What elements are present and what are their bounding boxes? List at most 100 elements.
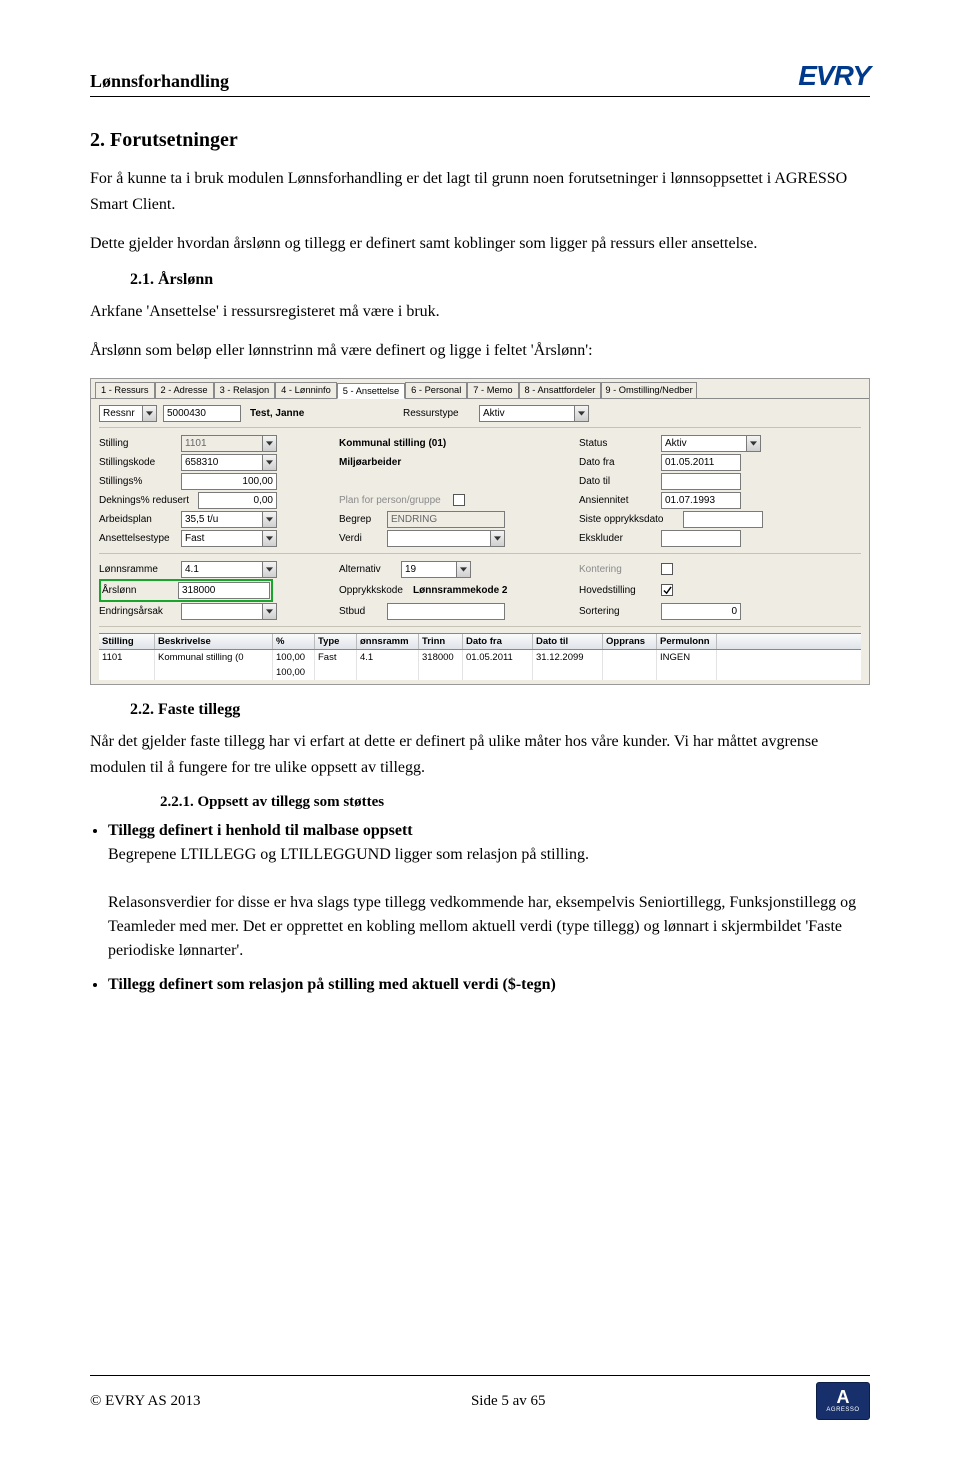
chevron-down-icon [262, 455, 276, 470]
page-header: Lønnsforhandling EVRY [90, 60, 870, 97]
alternativ-combo[interactable]: 19 [401, 561, 471, 578]
td [657, 665, 717, 680]
td [315, 665, 357, 680]
verdi-combo[interactable] [387, 530, 505, 547]
doc-title: Lønnsforhandling [90, 71, 229, 92]
list-item: Tillegg definert i henhold til malbase o… [108, 819, 870, 963]
bullet-title: Tillegg definert i henhold til malbase o… [108, 822, 413, 839]
lbl-plan: Plan for person/gruppe [339, 495, 449, 506]
stillingskode-combo[interactable]: 658310 [181, 454, 277, 471]
td [155, 665, 273, 680]
td: Fast [315, 650, 357, 665]
tab-9[interactable]: 9 - Omstilling/Nedber [601, 382, 696, 398]
th-type: Type [315, 634, 357, 649]
th-beskrivelse: Beskrivelse [155, 634, 273, 649]
table-row[interactable]: 1101 Kommunal stilling (0 100,00 Fast 4.… [99, 650, 861, 665]
para-2b: Dette gjelder hvordan årslønn og tillegg… [90, 231, 870, 257]
stillingspct-input[interactable]: 100,00 [181, 473, 277, 490]
arslonn-highlight: Årslønn 318000 [99, 579, 273, 602]
tab-7[interactable]: 7 - Memo [467, 382, 518, 398]
lbl-stbud: Stbud [339, 606, 383, 617]
tab-2[interactable]: 2 - Adresse [155, 382, 214, 398]
footer-copyright: © EVRY AS 2013 [90, 1393, 200, 1410]
para-22a: Når det gjelder faste tillegg har vi erf… [90, 729, 870, 780]
arbeidsplan-combo[interactable]: 35,5 t/u [181, 511, 277, 528]
arbeidsplan-value: 35,5 t/u [185, 514, 218, 525]
td [463, 665, 533, 680]
sortering-input[interactable]: 0 [661, 603, 741, 620]
lbl-stilling: Stilling [99, 438, 177, 449]
chevron-down-icon [262, 512, 276, 527]
bullet-title: Tillegg definert som relasjon på stillin… [108, 976, 556, 993]
lbl-ansiennitet: Ansiennitet [579, 495, 657, 506]
kommunal-stilling: Kommunal stilling (01) [339, 438, 446, 449]
lbl-stillingspct: Stillings% [99, 476, 177, 487]
lbl-sisteopprykk: Siste opprykksdato [579, 514, 679, 525]
para-21a: Arkfane 'Ansettelse' i ressursregisteret… [90, 299, 870, 325]
chevron-down-icon [456, 562, 470, 577]
lbl-deknings: Deknings% redusert [99, 495, 194, 506]
th-onnsramm: ønnsramm [357, 634, 419, 649]
lbl-arbeidsplan: Arbeidsplan [99, 514, 177, 525]
td [603, 650, 657, 665]
status-combo[interactable]: Aktiv [661, 435, 761, 452]
datofra-input[interactable]: 01.05.2011 [661, 454, 741, 471]
miljoarbeider: Miljøarbeider [339, 457, 401, 468]
endringsarsak-combo[interactable] [181, 603, 277, 620]
tab-5[interactable]: 5 - Ansettelse [337, 383, 405, 399]
chevron-down-icon [142, 406, 156, 421]
stbud-input[interactable] [387, 603, 505, 620]
ansettelsestype-combo[interactable]: Fast [181, 530, 277, 547]
begrep-input[interactable]: ENDRING [387, 511, 505, 528]
arslonn-input[interactable]: 318000 [178, 582, 270, 599]
stillingskode-value: 658310 [185, 457, 218, 468]
th-datotil: Dato til [533, 634, 603, 649]
chevron-down-icon [262, 604, 276, 619]
kontering-checkbox[interactable] [661, 563, 673, 575]
td: 31.12.2099 [533, 650, 603, 665]
table-header: Stilling Beskrivelse % Type ønnsramm Tri… [99, 633, 861, 650]
tab-8[interactable]: 8 - Ansattfordeler [519, 382, 602, 398]
ressurs-name: Test, Janne [247, 405, 397, 422]
ressurstype-combo[interactable]: Aktiv [479, 405, 589, 422]
para-2a: For å kunne ta i bruk modulen Lønnsforha… [90, 166, 870, 217]
tab-6[interactable]: 6 - Personal [405, 382, 467, 398]
datotil-input[interactable] [661, 473, 741, 490]
lbl-datotil: Dato til [579, 476, 657, 487]
td: 318000 [419, 650, 463, 665]
ressurstype-label: Ressurstype [403, 408, 473, 419]
td [357, 665, 419, 680]
td [533, 665, 603, 680]
ressurstype-value: Aktiv [483, 408, 505, 419]
lonnsramme-combo[interactable]: 4.1 [181, 561, 277, 578]
ekskluder-input[interactable] [661, 530, 741, 547]
agresso-a-icon: A [837, 1390, 850, 1405]
chevron-down-icon [574, 406, 588, 421]
lbl-ansettelsestype: Ansettelsestype [99, 533, 177, 544]
ansiennitet-input[interactable]: 01.07.1993 [661, 492, 741, 509]
ressnr-label: Ressnr [103, 408, 135, 419]
status-value: Aktiv [665, 438, 687, 449]
plan-checkbox[interactable] [453, 494, 465, 506]
tab-4[interactable]: 4 - Lønninfo [275, 382, 337, 398]
chevron-down-icon [262, 562, 276, 577]
tab-1[interactable]: 1 - Ressurs [95, 382, 155, 398]
tab-3[interactable]: 3 - Relasjon [214, 382, 276, 398]
content: 2. Forutsetninger For å kunne ta i bruk … [90, 117, 870, 1375]
heading-2-2-1: 2.2.1. Oppsett av tillegg som støttes [160, 794, 870, 811]
heading-2-1: 2.1. Årslønn [130, 271, 870, 289]
table-row[interactable]: 100,00 [99, 665, 861, 680]
agresso-logo: A AGRESSO [816, 1382, 870, 1420]
stilling-combo[interactable]: 1101 [181, 435, 277, 452]
ressnr-input[interactable]: 5000430 [163, 405, 241, 422]
lbl-ekskluder: Ekskluder [579, 533, 657, 544]
deknings-input[interactable]: 0,00 [198, 492, 277, 509]
screenshot-ansettelse: 1 - Ressurs 2 - Adresse 3 - Relasjon 4 -… [90, 378, 870, 685]
hovedstilling-checkbox[interactable] [661, 584, 673, 596]
ansettelsestype-value: Fast [185, 533, 204, 544]
tab-strip: 1 - Ressurs 2 - Adresse 3 - Relasjon 4 -… [91, 379, 869, 399]
ressnr-combo[interactable]: Ressnr [99, 405, 157, 422]
lbl-begrep: Begrep [339, 514, 383, 525]
sisteopprykk-input[interactable] [683, 511, 763, 528]
heading-2: 2. Forutsetninger [90, 129, 870, 152]
